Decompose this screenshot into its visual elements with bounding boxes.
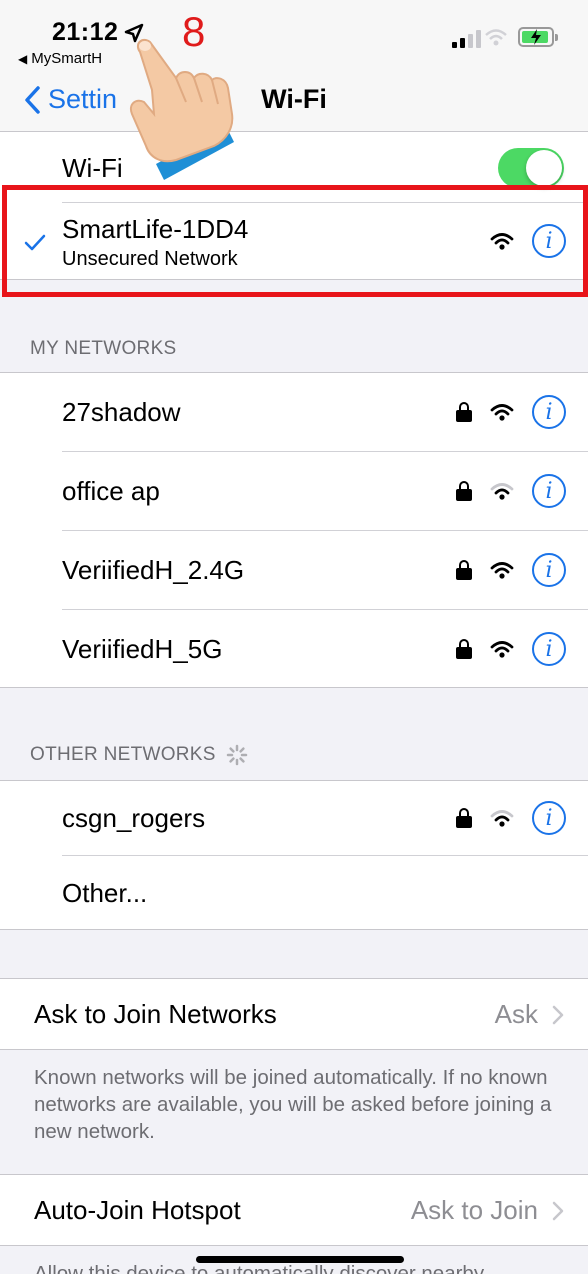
loading-spinner-icon xyxy=(226,744,248,766)
other-network-label: Other... xyxy=(62,877,148,908)
network-row[interactable]: VeriifiedH_5G i xyxy=(0,610,588,688)
info-button[interactable]: i xyxy=(532,395,566,429)
info-button[interactable]: i xyxy=(532,224,566,258)
network-name: VeriifiedH_2.4G xyxy=(62,554,245,585)
network-name: office ap xyxy=(62,475,160,506)
lock-icon xyxy=(456,560,472,580)
network-row[interactable]: VeriifiedH_2.4G i xyxy=(0,531,588,609)
connected-network-row[interactable]: SmartLife-1DD4 Unsecured Network i xyxy=(0,204,588,280)
ask-to-join-label: Ask to Join Networks xyxy=(34,998,277,1029)
ask-to-join-row[interactable]: Ask to Join Networks Ask xyxy=(0,979,588,1049)
network-name: csgn_rogers xyxy=(62,802,206,833)
wifi-signal-icon xyxy=(490,483,514,500)
wifi-signal-icon xyxy=(490,641,514,658)
cellular-signal-icon xyxy=(452,30,481,48)
chevron-right-icon xyxy=(552,1005,564,1024)
info-button[interactable]: i xyxy=(532,553,566,587)
lock-icon xyxy=(456,481,472,501)
lock-icon xyxy=(456,402,472,422)
back-app-label: MySmartH xyxy=(31,50,103,67)
home-indicator[interactable] xyxy=(196,1256,404,1263)
wifi-signal-icon xyxy=(490,404,514,421)
my-networks-header: MY NETWORKS xyxy=(30,338,177,359)
toggle-knob xyxy=(526,150,562,186)
network-name: VeriifiedH_5G xyxy=(62,633,223,664)
ask-to-join-footnote: Known networks will be joined automatica… xyxy=(34,1066,552,1143)
info-button[interactable]: i xyxy=(532,632,566,666)
wifi-status-icon xyxy=(485,29,507,46)
info-button[interactable]: i xyxy=(532,474,566,508)
wifi-toggle-row: Wi-Fi xyxy=(0,136,588,200)
wifi-signal-icon xyxy=(490,810,514,827)
connected-network-subtitle: Unsecured Network xyxy=(62,248,238,270)
chevron-left-icon xyxy=(25,85,40,114)
network-name: 27shadow xyxy=(62,396,181,427)
wifi-signal-icon xyxy=(490,562,514,579)
auto-join-value: Ask to Join xyxy=(410,1195,538,1225)
auto-join-label: Auto-Join Hotspot xyxy=(34,1194,241,1225)
back-to-app[interactable]: ◀ MySmartH xyxy=(18,50,102,67)
ask-to-join-value: Ask xyxy=(494,999,538,1029)
info-button[interactable]: i xyxy=(532,801,566,835)
pointing-hand-icon xyxy=(130,38,234,180)
connected-network-name: SmartLife-1DD4 xyxy=(62,214,249,244)
other-networks-header-label: OTHER NETWORKS xyxy=(30,744,216,765)
chevron-right-icon xyxy=(552,1201,564,1220)
auto-join-row[interactable]: Auto-Join Hotspot Ask to Join xyxy=(0,1175,588,1245)
back-triangle-icon: ◀ xyxy=(18,51,28,66)
lock-icon xyxy=(456,808,472,828)
network-row[interactable]: csgn_rogers i xyxy=(0,781,588,855)
wifi-toggle[interactable] xyxy=(498,148,564,188)
other-network-row[interactable]: Other... xyxy=(0,856,588,930)
lock-icon xyxy=(456,639,472,659)
other-networks-header: OTHER NETWORKS xyxy=(30,744,248,766)
network-row[interactable]: office ap i xyxy=(0,452,588,530)
network-row[interactable]: 27shadow i xyxy=(0,373,588,451)
settings-back-button[interactable]: Settin xyxy=(24,84,117,115)
checkmark-icon xyxy=(24,234,46,251)
battery-icon xyxy=(518,27,558,47)
wifi-signal-icon xyxy=(490,233,514,250)
